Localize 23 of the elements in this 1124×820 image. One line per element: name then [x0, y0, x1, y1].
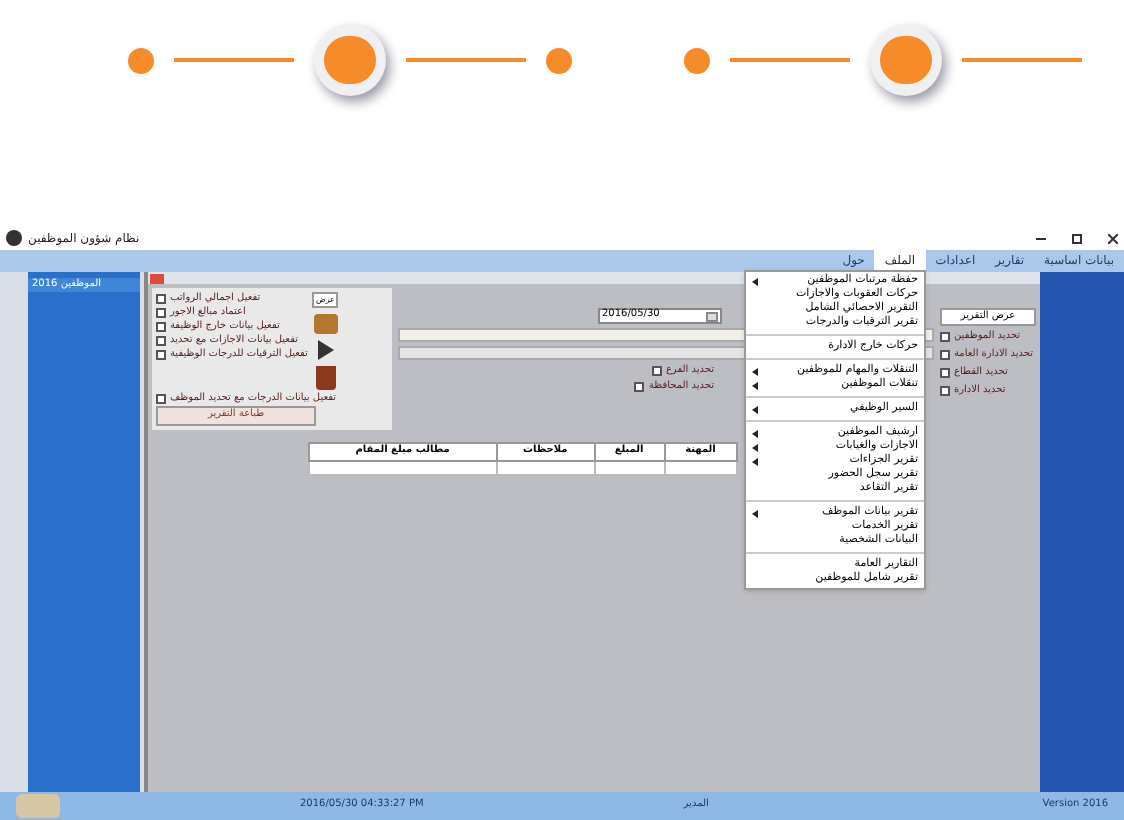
checkbox[interactable]	[940, 385, 950, 395]
checkbox[interactable]	[156, 335, 166, 345]
checkbox[interactable]	[156, 307, 166, 317]
connector-line	[730, 58, 850, 62]
connector-line	[174, 58, 294, 62]
app-icon	[6, 230, 22, 246]
maximize-icon[interactable]	[1072, 233, 1082, 243]
checkbox[interactable]	[156, 293, 166, 303]
checkbox[interactable]	[940, 331, 950, 341]
bin-icon[interactable]	[315, 366, 336, 390]
checkbox[interactable]	[651, 365, 662, 375]
checkbox[interactable]	[156, 349, 166, 359]
connector-line	[406, 58, 526, 62]
checkbox[interactable]	[156, 393, 166, 403]
checkbox[interactable]	[634, 381, 645, 391]
connector-line	[962, 58, 1082, 62]
logo-icon	[16, 794, 60, 818]
close-icon[interactable]	[1108, 233, 1118, 243]
dropdown-icon[interactable]	[706, 311, 718, 321]
checkbox[interactable]	[940, 367, 950, 377]
checkbox[interactable]	[940, 349, 950, 359]
checkbox[interactable]	[156, 321, 166, 331]
minimize-icon[interactable]	[1036, 237, 1046, 239]
